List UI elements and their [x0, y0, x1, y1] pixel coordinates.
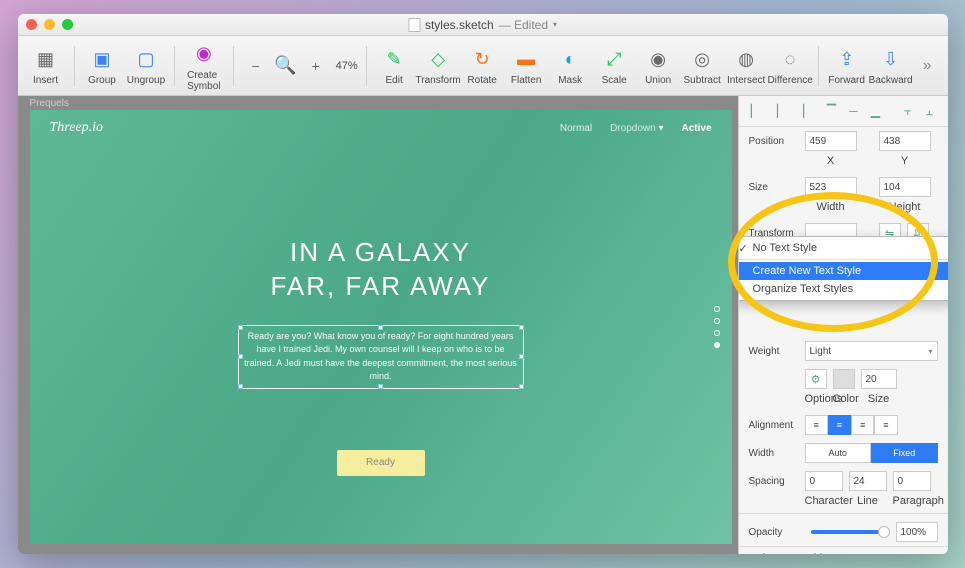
transform-button[interactable]: ◇Transform: [418, 43, 458, 88]
line-spacing[interactable]: 24: [849, 471, 887, 491]
weight-select[interactable]: Light▾: [805, 341, 938, 361]
opacity-slider[interactable]: [811, 530, 884, 534]
flatten-button[interactable]: ▬Flatten: [506, 43, 546, 88]
app-window: styles.sketch — Edited ▾ ▦Insert ▣Group …: [18, 14, 948, 554]
width-field[interactable]: 523: [805, 177, 857, 197]
minimize-window[interactable]: [44, 19, 55, 30]
ungroup-button[interactable]: ▢Ungroup: [126, 43, 166, 88]
zoom-level: 47%: [336, 60, 358, 72]
char-spacing[interactable]: 0: [805, 471, 843, 491]
group-button[interactable]: ▣Group: [82, 43, 122, 88]
align-bottom[interactable]: ▁: [867, 102, 885, 120]
text-align-center[interactable]: ≡: [828, 415, 851, 435]
page-label: Prequels: [30, 98, 69, 109]
edited-status: — Edited: [499, 18, 548, 32]
text-align-left[interactable]: ≡: [805, 415, 828, 435]
alignment-label: Alignment: [749, 420, 799, 431]
create-text-style[interactable]: Create New Text Style: [738, 262, 948, 280]
organize-text-styles[interactable]: Organize Text Styles: [738, 280, 948, 298]
canvas[interactable]: Prequels Threep.io Normal Dropdown ▾ Act…: [18, 96, 738, 554]
spacing-label: Spacing: [749, 476, 799, 487]
width-auto[interactable]: Auto: [805, 443, 872, 463]
zoom-control[interactable]: − 🔍 + 47%: [242, 52, 358, 80]
mask-button[interactable]: ◐Mask: [550, 43, 590, 88]
page-dots[interactable]: [714, 306, 720, 348]
width-mode-label: Width: [749, 448, 799, 459]
nav-dropdown[interactable]: Dropdown ▾: [610, 123, 663, 134]
distribute-v[interactable]: ⫠: [921, 102, 939, 120]
text-align-right[interactable]: ≡: [851, 415, 874, 435]
plus-icon: +: [932, 553, 938, 554]
close-window[interactable]: [26, 19, 37, 30]
artboard[interactable]: Threep.io Normal Dropdown ▾ Active IN A …: [30, 110, 732, 544]
zoom-window[interactable]: [62, 19, 73, 30]
scale-button[interactable]: ⤢Scale: [594, 43, 634, 88]
window-title: styles.sketch: [425, 18, 494, 32]
text-options-button[interactable]: ⚙: [805, 369, 827, 389]
text-style-dropdown: No Text Style Create New Text Style Orga…: [738, 236, 948, 301]
position-label: Position: [749, 136, 799, 147]
nav-active[interactable]: Active: [681, 123, 711, 134]
align-top[interactable]: ▔: [823, 102, 841, 120]
selected-text-layer[interactable]: Ready are you? What know you of ready? F…: [241, 328, 521, 386]
subtract-button[interactable]: ◎Subtract: [682, 43, 722, 88]
toolbar-overflow[interactable]: »: [915, 57, 940, 75]
toolbar: ▦Insert ▣Group ▢Ungroup ◉Create Symbol −…: [18, 36, 948, 96]
x-field[interactable]: 459: [805, 131, 857, 151]
align-center-h[interactable]: ⎮: [769, 102, 787, 120]
document-icon: [408, 18, 420, 32]
rotate-button[interactable]: ↻Rotate: [462, 43, 502, 88]
align-center-v[interactable]: ─: [845, 102, 863, 120]
brand-logo: Threep.io: [50, 120, 104, 136]
weight-label: Weight: [749, 346, 799, 357]
opacity-label: Opacity: [749, 527, 799, 538]
difference-button[interactable]: ◌Difference: [770, 43, 810, 88]
headline: IN A GALAXY FAR, FAR AWAY: [30, 236, 732, 304]
magnifier-icon: 🔍: [272, 52, 300, 80]
distribute-h[interactable]: ⫟: [899, 102, 917, 120]
height-field[interactable]: 104: [879, 177, 931, 197]
insert-button[interactable]: ▦Insert: [26, 43, 66, 88]
text-style-none[interactable]: No Text Style: [738, 239, 948, 257]
color-swatch[interactable]: [833, 369, 855, 389]
make-exportable[interactable]: Make Exportable+: [739, 546, 948, 554]
union-button[interactable]: ◉Union: [638, 43, 678, 88]
intersect-button[interactable]: ◍Intersect: [726, 43, 766, 88]
align-left[interactable]: ▏: [747, 102, 765, 120]
titlebar: styles.sketch — Edited ▾: [18, 14, 948, 36]
text-align-justify[interactable]: ≡: [874, 415, 897, 435]
size-label: Size: [749, 182, 799, 193]
paragraph-text: Ready are you? What know you of ready? F…: [241, 328, 521, 386]
nav: Normal Dropdown ▾ Active: [560, 123, 712, 134]
align-right[interactable]: ▕: [791, 102, 809, 120]
cta-button[interactable]: Ready: [337, 450, 425, 476]
forward-button[interactable]: ⇪Forward: [827, 43, 867, 88]
nav-normal[interactable]: Normal: [560, 123, 592, 134]
create-symbol-button[interactable]: ◉Create Symbol: [182, 38, 225, 94]
para-spacing[interactable]: 0: [893, 471, 931, 491]
backward-button[interactable]: ⇩Backward: [871, 43, 911, 88]
inspector-panel: ▏ ⎮ ▕ ▔ ─ ▁ ⫟ ⫠ Position 459 438 XY Size: [738, 96, 948, 554]
font-size-field[interactable]: 20: [861, 369, 897, 389]
opacity-field[interactable]: 100%: [896, 522, 938, 542]
width-fixed[interactable]: Fixed: [871, 443, 938, 463]
edit-button[interactable]: ✎Edit: [374, 43, 414, 88]
y-field[interactable]: 438: [879, 131, 931, 151]
title-dropdown-icon[interactable]: ▾: [553, 20, 557, 29]
